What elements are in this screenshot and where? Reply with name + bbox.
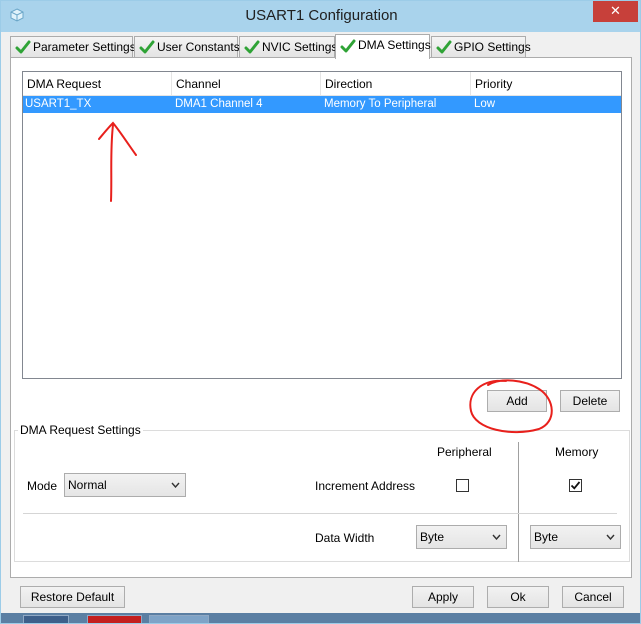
- window-title: USART1 Configuration: [245, 7, 398, 24]
- add-button[interactable]: Add: [487, 390, 547, 412]
- tab-nvic-settings[interactable]: NVIC Settings: [239, 36, 338, 58]
- restore-default-button[interactable]: Restore Default: [20, 586, 125, 608]
- cancel-button[interactable]: Cancel: [562, 586, 624, 608]
- green-check-icon: [15, 40, 31, 54]
- green-check-icon: [244, 40, 260, 54]
- memory-data-width-value: Byte: [534, 530, 559, 544]
- taskbar-item[interactable]: [87, 615, 142, 623]
- column-divider: [518, 442, 519, 562]
- mode-value: Normal: [68, 478, 107, 492]
- green-check-icon: [340, 39, 356, 53]
- tab-strip: Parameter Settings User Constants NVIC S…: [10, 34, 630, 59]
- apply-button[interactable]: Apply: [412, 586, 474, 608]
- tab-label: User Constants: [157, 40, 240, 54]
- tab-label: GPIO Settings: [454, 40, 531, 54]
- chevron-down-icon: [171, 482, 180, 488]
- settings-divider: [23, 513, 617, 514]
- column-header-priority[interactable]: Priority: [471, 72, 621, 96]
- cell-direction: Memory To Peripheral: [324, 98, 437, 110]
- taskbar-strip: [1, 613, 640, 623]
- checkmark-icon: [570, 481, 581, 490]
- tab-gpio-settings[interactable]: GPIO Settings: [431, 36, 531, 58]
- chevron-down-icon: [492, 534, 501, 540]
- delete-button[interactable]: Delete: [560, 390, 620, 412]
- peripheral-header: Peripheral: [437, 445, 492, 459]
- mode-label: Mode: [27, 479, 58, 493]
- tab-user-constants[interactable]: User Constants: [134, 36, 240, 58]
- table-row[interactable]: USART1_TX DMA1 Channel 4 Memory To Perip…: [23, 96, 621, 113]
- tab-dma-settings[interactable]: DMA Settings: [335, 34, 431, 59]
- increment-address-label: Increment Address: [315, 479, 416, 493]
- tab-parameter-settings[interactable]: Parameter Settings: [10, 36, 136, 58]
- configuration-window: USART1 Configuration ✕ Parameter Setting…: [0, 0, 641, 624]
- group-title: DMA Request Settings: [18, 423, 143, 437]
- memory-data-width-select[interactable]: Byte: [530, 525, 621, 549]
- green-check-icon: [436, 40, 452, 54]
- column-header-direction[interactable]: Direction: [321, 72, 471, 96]
- peripheral-increment-checkbox[interactable]: [456, 479, 469, 492]
- peripheral-data-width-value: Byte: [420, 530, 445, 544]
- chevron-down-icon: [606, 534, 615, 540]
- table-header: DMA Request Channel Direction Priority: [23, 72, 621, 96]
- column-header-channel[interactable]: Channel: [172, 72, 321, 96]
- green-check-icon: [139, 40, 155, 54]
- dma-request-table: DMA Request Channel Direction Priority U…: [22, 71, 622, 379]
- tab-label: DMA Settings: [358, 38, 431, 52]
- tab-label: NVIC Settings: [262, 40, 338, 54]
- cell-dma-request: USART1_TX: [25, 98, 92, 110]
- title-bar: USART1 Configuration ✕: [1, 1, 640, 32]
- mode-select[interactable]: Normal: [64, 473, 186, 497]
- memory-header: Memory: [555, 445, 599, 459]
- memory-increment-checkbox[interactable]: [569, 479, 582, 492]
- column-header-dma-request[interactable]: DMA Request: [23, 72, 172, 96]
- cell-channel: DMA1 Channel 4: [175, 98, 263, 110]
- peripheral-data-width-select[interactable]: Byte: [416, 525, 507, 549]
- taskbar-item[interactable]: [23, 615, 69, 623]
- cell-priority: Low: [474, 98, 496, 110]
- taskbar-item[interactable]: [149, 615, 209, 623]
- data-width-label: Data Width: [315, 531, 375, 545]
- ok-button[interactable]: Ok: [487, 586, 549, 608]
- close-button[interactable]: ✕: [593, 1, 638, 22]
- tab-label: Parameter Settings: [33, 40, 136, 54]
